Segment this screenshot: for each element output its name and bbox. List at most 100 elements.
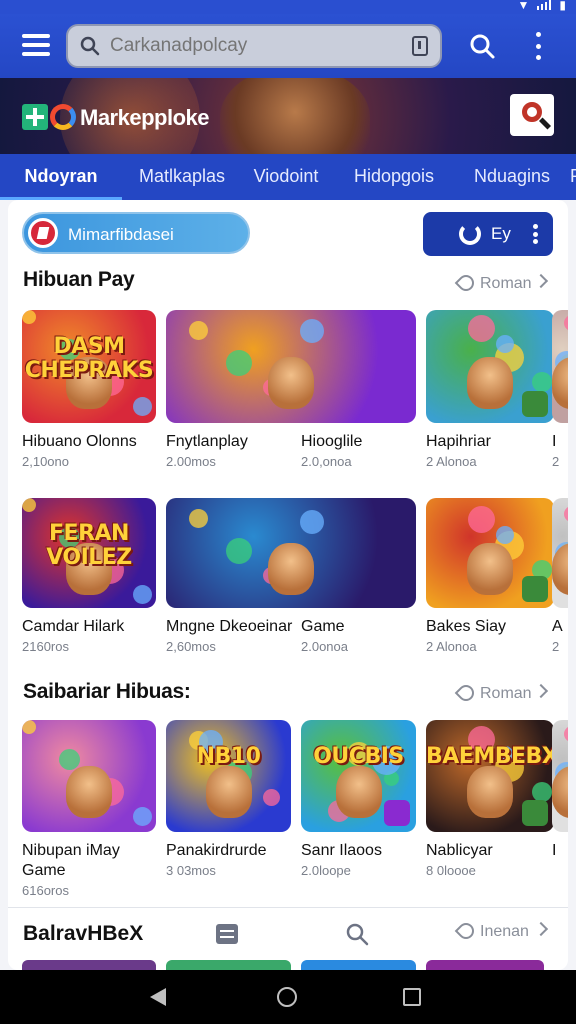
card-peek bbox=[166, 960, 291, 970]
app-meta: 2 bbox=[552, 454, 560, 469]
decoration-shape bbox=[133, 585, 152, 604]
app-meta: 2.00mos bbox=[166, 454, 216, 469]
tab-item[interactable]: Viodoint bbox=[242, 154, 330, 200]
app-thumbnail[interactable]: FERAN VOILEZ bbox=[22, 498, 156, 608]
app-thumbnail[interactable] bbox=[552, 720, 568, 832]
app-name: I bbox=[552, 842, 557, 859]
app-thumbnail[interactable] bbox=[22, 720, 156, 832]
app-badge-icon bbox=[384, 800, 410, 826]
decoration-shape bbox=[300, 319, 324, 343]
app-name: Panakirdrurde bbox=[166, 842, 267, 859]
banner-character-image bbox=[220, 78, 370, 154]
decoration-shape bbox=[496, 526, 514, 544]
section-more-link[interactable]: Roman bbox=[454, 681, 558, 706]
search-icon[interactable] bbox=[344, 921, 370, 947]
app-name: Nibupan iMay Game bbox=[22, 842, 120, 879]
character-image bbox=[268, 356, 314, 409]
thumbnail-title: FERAN VOILEZ bbox=[46, 521, 132, 571]
app-name: Hiooglile bbox=[301, 433, 363, 450]
app-name: Bakes Siay bbox=[426, 618, 507, 635]
bottom-section-title: BalravHBeX bbox=[23, 922, 144, 945]
character-image bbox=[467, 543, 513, 595]
bottom-more-link[interactable]: Inenan bbox=[454, 919, 558, 944]
app-name: Game bbox=[301, 618, 345, 635]
decoration-shape bbox=[263, 789, 280, 806]
section-more-link[interactable]: Roman bbox=[454, 271, 558, 296]
more-options-icon[interactable] bbox=[533, 224, 539, 244]
decoration-shape bbox=[133, 397, 152, 416]
app-thumbnail[interactable] bbox=[166, 498, 416, 608]
hero-banner[interactable]: Markepploke bbox=[0, 78, 576, 154]
app-thumbnail[interactable] bbox=[426, 498, 554, 608]
decoration-shape bbox=[564, 506, 568, 522]
app-name: I bbox=[552, 433, 557, 450]
decoration-shape bbox=[22, 310, 36, 324]
character-image bbox=[66, 766, 112, 818]
divider bbox=[8, 907, 568, 908]
app-name: Hibuano Olonns bbox=[22, 433, 137, 450]
menu-icon[interactable] bbox=[22, 34, 50, 56]
section-title: Hibuan Pay bbox=[23, 268, 135, 291]
chevron-right-icon bbox=[533, 273, 549, 289]
more-options-icon[interactable] bbox=[532, 32, 544, 60]
refresh-icon bbox=[459, 223, 481, 245]
app-meta: 616oros bbox=[22, 883, 69, 898]
app-name: A bbox=[552, 618, 563, 635]
search-bar[interactable] bbox=[66, 24, 442, 68]
tab-item[interactable]: Hidopgois bbox=[330, 154, 458, 200]
app-thumbnail[interactable]: DASM CHEPRAKS bbox=[22, 310, 156, 423]
decoration-shape bbox=[564, 315, 568, 331]
location-icon bbox=[454, 271, 478, 295]
app-badge-icon bbox=[522, 391, 548, 417]
recents-icon[interactable] bbox=[403, 988, 421, 1006]
chevron-right-icon bbox=[533, 683, 549, 699]
app-name: Fnytlanplay bbox=[166, 433, 248, 450]
app-meta: 2 Alonoa bbox=[426, 639, 477, 654]
home-icon[interactable] bbox=[277, 987, 297, 1007]
app-badge-icon bbox=[522, 576, 548, 602]
app-thumbnail[interactable]: NB10 bbox=[166, 720, 291, 832]
flag-icon bbox=[28, 218, 58, 248]
chevron-right-icon bbox=[533, 921, 549, 937]
back-icon[interactable] bbox=[150, 988, 166, 1006]
app-thumbnail[interactable] bbox=[552, 498, 568, 608]
search-icon[interactable] bbox=[468, 32, 496, 60]
decoration-shape bbox=[59, 749, 80, 770]
brand-name: Markepploke bbox=[80, 105, 210, 130]
location-icon bbox=[454, 919, 478, 943]
status-bar: ▼ ▮ bbox=[0, 0, 576, 14]
app-thumbnail[interactable]: BAEMBEBX bbox=[426, 720, 554, 832]
app-meta: 2.0onoa bbox=[301, 639, 348, 654]
tab-item[interactable]: Nduagins bbox=[458, 154, 566, 200]
system-nav-bar bbox=[0, 970, 576, 1024]
decoration-shape bbox=[468, 315, 495, 342]
decoration-shape bbox=[496, 335, 514, 353]
app-thumbnail[interactable]: OUCBIS bbox=[301, 720, 416, 832]
wifi-icon: ▼ bbox=[517, 0, 530, 12]
search-input[interactable] bbox=[110, 33, 400, 59]
location-icon bbox=[454, 681, 478, 705]
tab-item[interactable]: P bbox=[566, 154, 576, 200]
app-thumbnail[interactable] bbox=[166, 310, 416, 423]
app-meta: 2,10ono bbox=[22, 454, 69, 469]
category-chip[interactable]: Mimarfibdasei bbox=[22, 212, 250, 254]
tab-item[interactable]: Matlkaplas bbox=[122, 154, 242, 200]
chip-label: Mimarfibdasei bbox=[68, 225, 174, 244]
banner-search-icon[interactable] bbox=[510, 94, 554, 136]
app-meta: 2160ros bbox=[22, 639, 69, 654]
main-content: Mimarfibdasei Ey BalravHBeX Inenan Hibua… bbox=[8, 200, 568, 970]
app-thumbnail[interactable] bbox=[426, 310, 554, 423]
signal-icon bbox=[537, 0, 552, 10]
decoration-shape bbox=[189, 509, 208, 528]
voice-icon[interactable] bbox=[412, 36, 428, 56]
app-thumbnail[interactable] bbox=[552, 310, 568, 423]
filter-button[interactable]: Ey bbox=[423, 212, 553, 256]
battery-icon: ▮ bbox=[559, 0, 566, 12]
list-icon[interactable] bbox=[216, 924, 238, 944]
character-image bbox=[335, 766, 382, 818]
tab-item[interactable]: Ndoyran bbox=[0, 154, 122, 200]
app-name: Mngne Dkeoeinar bbox=[166, 618, 293, 635]
decoration-shape bbox=[226, 350, 252, 376]
decoration-shape bbox=[133, 807, 152, 826]
app-meta: 2 bbox=[552, 639, 560, 654]
